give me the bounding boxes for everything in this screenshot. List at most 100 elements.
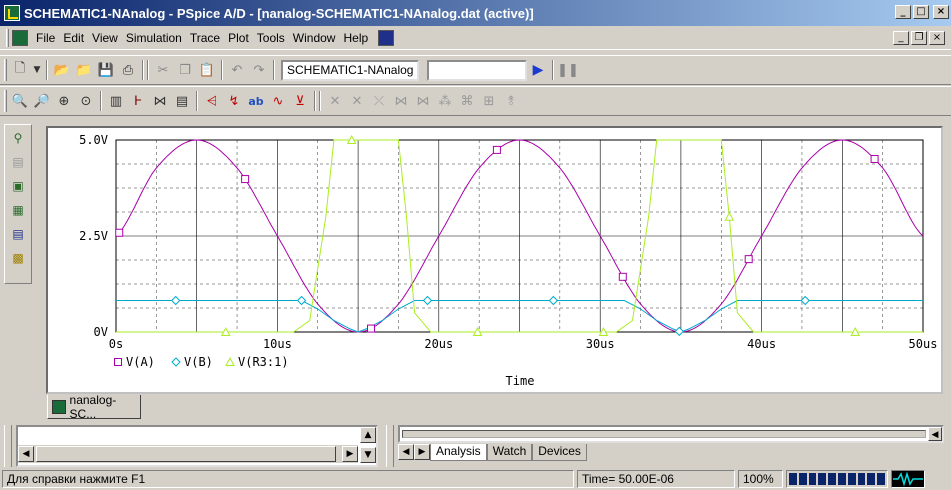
minimize-button[interactable]: _ bbox=[895, 5, 911, 19]
fourier-icon[interactable]: Ꮀ bbox=[127, 90, 149, 112]
cursor-trough-icon[interactable]: ✕ bbox=[346, 90, 368, 112]
doc-restore-button[interactable]: ❐ bbox=[911, 31, 927, 45]
menu-help[interactable]: Help bbox=[339, 31, 372, 45]
probe-toolbar-grip[interactable] bbox=[4, 90, 7, 112]
open-icon[interactable]: 📂 bbox=[51, 59, 73, 81]
menu-tools[interactable]: Tools bbox=[253, 31, 289, 45]
cursor-min-icon[interactable]: ⋈ bbox=[390, 90, 412, 112]
tab-devices[interactable]: Devices bbox=[532, 444, 587, 461]
scroll-thumb[interactable] bbox=[36, 446, 336, 462]
log-y-icon[interactable]: ▤ bbox=[171, 90, 193, 112]
left-toolbar: ⚲ ▤ ▣ ▦ ▤ ▩ bbox=[4, 124, 32, 284]
menu-trace[interactable]: Trace bbox=[186, 31, 224, 45]
pause-icon[interactable]: ❚❚ bbox=[557, 59, 579, 81]
watch-scroll-button[interactable]: ◀ bbox=[928, 427, 942, 441]
pane-grip-right[interactable] bbox=[386, 425, 394, 467]
probe-toolbar: 🔍 🔎 ⊕ ⊙ ▥ Ꮀ ⋈ ▤ ⩤ ↯ ab ∿ ⊻ ✕ ✕ ⤫ ⋈ ⋈ ⁂ ⌘… bbox=[0, 86, 951, 116]
menu-file[interactable]: File bbox=[32, 31, 59, 45]
maximize-button[interactable]: □ bbox=[913, 5, 929, 19]
pane-grip[interactable] bbox=[4, 425, 12, 467]
x-tick-label: 0s bbox=[109, 337, 123, 351]
log-pane[interactable]: ▲ ▼ ◀ ▶ bbox=[16, 425, 378, 467]
data-marker bbox=[800, 295, 810, 306]
toolbar-grip[interactable] bbox=[4, 59, 7, 81]
status-time: Time= 50.00E-06 bbox=[577, 470, 735, 488]
plot-window-tab[interactable]: nanalog-SC... bbox=[47, 393, 141, 421]
schematic-icon[interactable]: ▩ bbox=[7, 247, 29, 269]
scroll-left-button[interactable]: ◀ bbox=[18, 446, 34, 462]
menu-plot[interactable]: Plot bbox=[224, 31, 253, 45]
doc-close-button[interactable]: × bbox=[929, 31, 945, 45]
close-button[interactable]: × bbox=[933, 5, 949, 19]
cursor-search-icon[interactable]: ⌘ bbox=[456, 90, 478, 112]
cursor-icon[interactable]: ⊻ bbox=[289, 90, 311, 112]
title-bar: SCHEMATIC1-NAnalog - PSpice A/D - [nanal… bbox=[0, 0, 951, 26]
zoom-fit-icon[interactable]: ⊙ bbox=[75, 90, 97, 112]
eval-goal-icon[interactable]: ↯ bbox=[223, 90, 245, 112]
status-help-text: Для справки нажмите F1 bbox=[2, 470, 574, 488]
plot-window[interactable]: 5.0V 2.5V 0V 0s 10us 20us 30us 40us 50us V(A) V(… bbox=[46, 126, 943, 394]
profile-select[interactable]: SCHEMATIC1-NAnalog bbox=[281, 59, 419, 81]
cursor-next-transition-icon[interactable]: ⊞ bbox=[478, 90, 500, 112]
cursor-max-icon[interactable]: ⋈ bbox=[412, 90, 434, 112]
x-axis-title: Time bbox=[506, 374, 535, 388]
cursor-peak-icon[interactable]: ✕ bbox=[324, 90, 346, 112]
tab-scroll-right-button[interactable]: ▶ bbox=[414, 444, 430, 460]
menu-view[interactable]: View bbox=[88, 31, 122, 45]
data-marker bbox=[674, 326, 684, 337]
open-file-icon[interactable]: 📁 bbox=[73, 59, 95, 81]
data-marker bbox=[724, 211, 735, 221]
copy-icon[interactable]: ❐ bbox=[174, 59, 196, 81]
probe-icon[interactable]: ⚲ bbox=[7, 127, 29, 149]
simulation-input[interactable] bbox=[427, 59, 527, 81]
tab-analysis[interactable]: Analysis bbox=[430, 444, 487, 461]
cursor-prev-transition-icon[interactable]: ⥉ bbox=[500, 90, 522, 112]
new-icon[interactable]: 🗋 bbox=[9, 59, 31, 81]
whats-this-icon[interactable] bbox=[378, 29, 395, 46]
menu-edit[interactable]: Edit bbox=[59, 31, 88, 45]
scroll-down-button[interactable]: ▼ bbox=[360, 447, 376, 463]
menu-window[interactable]: Window bbox=[289, 31, 340, 45]
log-x-icon[interactable]: ▥ bbox=[105, 90, 127, 112]
view-output-icon[interactable]: ▣ bbox=[7, 175, 29, 197]
doc-minimize-button[interactable]: _ bbox=[893, 31, 909, 45]
scroll-right-button[interactable]: ▶ bbox=[342, 446, 358, 462]
status-zoom: 100% bbox=[738, 470, 783, 488]
new-dropdown-icon[interactable]: ▼ bbox=[31, 59, 43, 81]
x-tick-label: 20us bbox=[424, 337, 453, 351]
undo-icon[interactable]: ↶ bbox=[226, 59, 248, 81]
cursor-point-icon[interactable]: ⁂ bbox=[434, 90, 456, 112]
y-tick-label: 2.5V bbox=[79, 229, 108, 243]
simulation-results-icon[interactable]: ▦ bbox=[7, 199, 29, 221]
data-marker bbox=[870, 154, 879, 163]
progress-bar bbox=[786, 470, 888, 488]
scroll-up-button[interactable]: ▲ bbox=[360, 427, 376, 443]
x-tick-label: 30us bbox=[586, 337, 615, 351]
horizontal-scrollbar[interactable]: ◀ ▶ bbox=[18, 445, 358, 463]
waveform-plot[interactable]: 5.0V 2.5V 0V 0s 10us 20us 30us 40us 50us V(A) V(… bbox=[48, 128, 941, 392]
watch-pane[interactable]: ◀ bbox=[398, 425, 944, 443]
tab-scroll-left-button[interactable]: ◀ bbox=[398, 444, 414, 460]
zoom-area-icon[interactable]: ⊕ bbox=[53, 90, 75, 112]
run-icon[interactable]: ▶ bbox=[527, 59, 549, 81]
paste-icon[interactable]: 📋 bbox=[196, 59, 218, 81]
performance-icon[interactable]: ⋈ bbox=[149, 90, 171, 112]
mark-data-icon[interactable]: ∿ bbox=[267, 90, 289, 112]
text-label-icon[interactable]: ab bbox=[245, 90, 267, 112]
print-icon[interactable]: ⎙ bbox=[117, 59, 139, 81]
pspice-app-icon[interactable] bbox=[4, 5, 20, 21]
menu-simulation[interactable]: Simulation bbox=[122, 31, 186, 45]
tab-watch[interactable]: Watch bbox=[486, 444, 533, 461]
cut-icon[interactable]: ✂ bbox=[152, 59, 174, 81]
menu-grip[interactable] bbox=[6, 28, 9, 47]
redo-icon[interactable]: ↷ bbox=[248, 59, 270, 81]
copy-window-icon[interactable]: ▤ bbox=[7, 151, 29, 173]
cursor-slope-icon[interactable]: ⤫ bbox=[368, 90, 390, 112]
add-trace-icon[interactable]: ⩤ bbox=[201, 90, 223, 112]
data-marker bbox=[115, 228, 124, 237]
zoom-out-icon[interactable]: 🔎 bbox=[31, 90, 53, 112]
document-icon[interactable] bbox=[12, 29, 28, 46]
save-icon[interactable]: 💾 bbox=[95, 59, 117, 81]
output-file-icon[interactable]: ▤ bbox=[7, 223, 29, 245]
zoom-in-icon[interactable]: 🔍 bbox=[9, 90, 31, 112]
